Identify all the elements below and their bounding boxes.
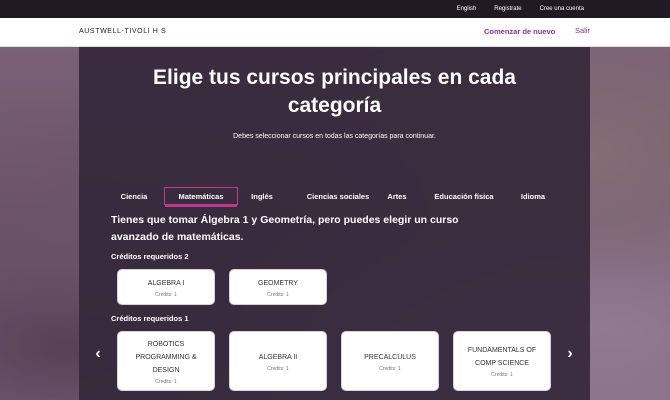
course-card-algebra-2[interactable]: ALGEBRA II Credits: 1: [229, 331, 327, 391]
required-credits-heading-1: Créditos requeridos 1: [111, 314, 189, 323]
course-card-geometry[interactable]: GEOMETRY Credits: 1: [229, 269, 327, 305]
tab-matematicas[interactable]: Matemáticas: [164, 187, 238, 205]
tab-educacion-fisica[interactable]: Educación física: [431, 187, 497, 205]
instructions-line-2: avanzado de matemáticas.: [111, 231, 244, 243]
page-title: Elige tus cursos principales en cada cat…: [79, 64, 590, 120]
instructions-line-1: Tienes que tomar Álgebra 1 y Geometría, …: [111, 214, 459, 226]
required-credits-heading-2: Créditos requeridos 2: [111, 252, 189, 261]
course-selection-panel: Elige tus cursos principales en cada cat…: [79, 47, 590, 400]
category-tabs: Ciencia Matemáticas Inglés Ciencias soci…: [113, 187, 563, 205]
course-name-line-2: PROGRAMMING &: [135, 353, 197, 361]
start-over-link[interactable]: Comenzar de nuevo: [484, 27, 555, 36]
exit-link[interactable]: Salir: [575, 26, 590, 35]
tab-ingles[interactable]: Inglés: [244, 187, 280, 205]
course-credits: Credits: 1: [267, 291, 289, 298]
page-title-line-2: categoría: [287, 94, 382, 117]
course-name: ALGEBRA II: [258, 353, 298, 361]
course-card-fundamentals-comp-science[interactable]: FUNDAMENTALS OF COMP SCIENCE Credits: 1: [453, 331, 551, 391]
tab-ciencia[interactable]: Ciencia: [113, 187, 155, 205]
school-logo[interactable]: AUSTWELL-TIVOLI H S: [79, 28, 166, 35]
carousel-prev-icon[interactable]: ‹: [91, 345, 105, 362]
site-header: AUSTWELL-TIVOLI H S Comenzar de nuevo Sa…: [0, 18, 670, 47]
course-credits: Credits: 1: [267, 365, 289, 372]
course-name-line-2: COMP SCIENCE: [475, 360, 529, 367]
course-name: ALGEBRA I: [147, 279, 185, 287]
course-credits: Credits: 1: [491, 372, 513, 378]
course-card-precalculus[interactable]: PRECALCULUS Credits: 1: [341, 331, 439, 391]
category-instructions: Tienes que tomar Álgebra 1 y Geometría, …: [111, 212, 491, 246]
course-name: PRECALCULUS: [364, 353, 416, 361]
course-name-line-1: FUNDAMENTALS OF: [467, 347, 537, 354]
tab-ciencias-sociales[interactable]: Ciencias sociales: [293, 187, 383, 205]
tab-artes[interactable]: Artes: [378, 187, 416, 205]
register-link[interactable]: Registrate: [494, 6, 521, 12]
course-credits: Credits: 1: [155, 291, 177, 298]
language-link[interactable]: English: [457, 6, 477, 12]
create-account-link[interactable]: Cree una cuenta: [540, 6, 584, 12]
course-credits: Credits: 1: [379, 365, 401, 372]
course-credits: Credits: 1: [155, 378, 177, 385]
tab-idioma[interactable]: Idioma: [513, 187, 553, 205]
course-name-line-3: DESIGN: [152, 366, 180, 374]
course-card-algebra-1[interactable]: ALGEBRA I Credits: 1: [117, 269, 215, 305]
page-subtitle: Debes seleccionar cursos en todas las ca…: [233, 133, 436, 140]
top-utility-bar: English Registrate Cree una cuenta: [0, 0, 670, 18]
course-name: GEOMETRY: [258, 279, 298, 287]
course-card-robotics[interactable]: ROBOTICS PROGRAMMING & DESIGN Credits: 1: [117, 331, 215, 391]
page-title-line-1: Elige tus cursos principales en cada: [153, 66, 516, 89]
carousel-next-icon[interactable]: ›: [563, 345, 577, 362]
course-name-line-1: ROBOTICS: [147, 340, 185, 348]
